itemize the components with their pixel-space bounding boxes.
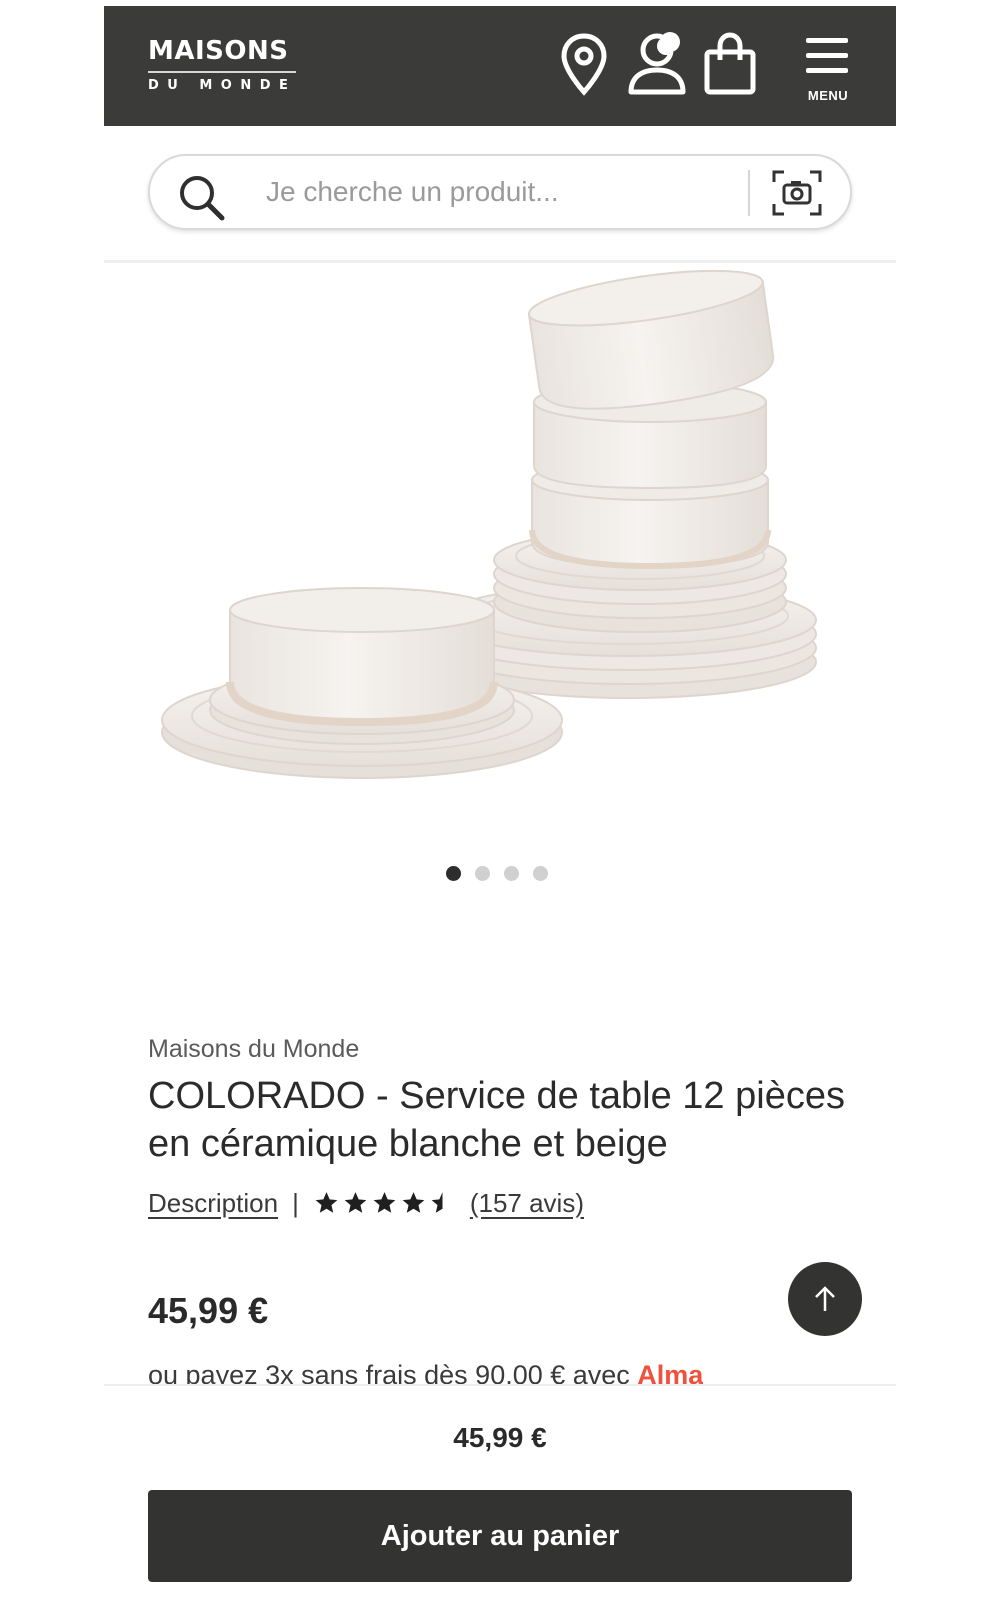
half-star-icon (431, 1192, 443, 1213)
description-link[interactable]: Description (148, 1188, 278, 1219)
logo-divider (148, 71, 296, 73)
sticky-price: 45,99 € (453, 1422, 547, 1453)
account-icon[interactable] (626, 30, 688, 96)
search-divider (748, 170, 750, 216)
search-input[interactable] (266, 174, 716, 210)
menu-label[interactable]: MENU (800, 88, 856, 103)
scroll-to-top-button[interactable] (788, 1262, 862, 1336)
carousel-dots (446, 866, 548, 882)
star-icon (373, 1192, 396, 1213)
carousel-dot[interactable] (475, 866, 490, 881)
product-price: 45,99 € (148, 1290, 269, 1331)
reviews-link[interactable]: (157 avis) (470, 1188, 584, 1219)
sticky-cart-bar: 45,99 € Ajouter au panier (104, 1384, 896, 1608)
arrow-up-icon (815, 1286, 835, 1311)
carousel-dot[interactable] (504, 866, 519, 881)
camera-icon[interactable] (770, 168, 824, 218)
logo-main-text: MAISONS (148, 36, 289, 66)
star-icon (315, 1192, 338, 1213)
rating-stars[interactable] (313, 1190, 456, 1216)
logo-sub-text: DU MONDE (148, 78, 297, 93)
shopping-bag-icon[interactable] (702, 32, 758, 96)
search-icon[interactable] (176, 172, 228, 229)
product-meta: Description | (157 avis) (148, 1186, 584, 1220)
top-header: MAISONS DU MONDE MENU (104, 6, 896, 126)
meta-separator: | (292, 1187, 299, 1218)
search-bar[interactable] (148, 154, 852, 230)
brand-logo[interactable]: MAISONS DU MONDE (148, 36, 296, 93)
carousel-dot[interactable] (446, 866, 461, 881)
carousel-dot[interactable] (533, 866, 548, 881)
star-icon (344, 1192, 367, 1213)
location-pin-icon[interactable] (560, 32, 608, 96)
add-to-cart-button[interactable]: Ajouter au panier (148, 1490, 852, 1582)
product-image[interactable] (150, 262, 850, 822)
product-title: COLORADO - Service de table 12 pièces en… (148, 1075, 845, 1165)
hamburger-menu-icon[interactable] (804, 36, 850, 76)
product-brand[interactable]: Maisons du Monde (148, 1035, 359, 1064)
star-icon (402, 1192, 425, 1213)
